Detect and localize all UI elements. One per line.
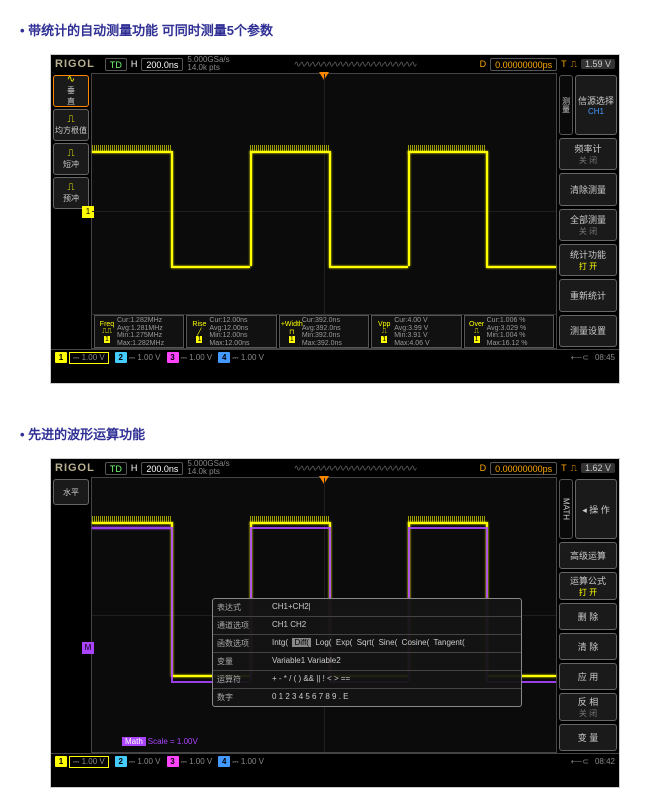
dlg-row-op-label: 运算符	[213, 671, 268, 688]
mode-td: TD	[105, 58, 127, 71]
width-icon: ⊓	[289, 328, 294, 336]
dlg-row-chan-label: 通道选项	[213, 617, 268, 634]
dlg-row-expr-label: 表达式	[213, 599, 268, 616]
meas-settings-button[interactable]: 测量设置	[559, 315, 617, 347]
ch3-label[interactable]: 3⎓ 1.00 V	[167, 756, 213, 767]
ch4-label[interactable]: 4⎓ 1.00 V	[218, 756, 264, 767]
waveform-display[interactable]: 1	[91, 73, 557, 349]
pulse-icon: ⎍	[68, 149, 75, 159]
mode-td: TD	[105, 462, 127, 475]
delete-button[interactable]: 删 除	[559, 603, 617, 630]
meas-freq: Freq⎍⎍1 Cur:1.282MHzAvg:1.281MHzMin:1.27…	[94, 315, 184, 348]
advanced-button[interactable]: 高级运算	[559, 542, 617, 569]
oscilloscope-2: RIGOL TD H 200.0ns 5.000GSa/s 14.0k pts …	[50, 458, 620, 788]
counter-button[interactable]: 频率计关 闭	[559, 138, 617, 170]
timebase: 200.0ns	[141, 58, 183, 71]
freq-icon: ⎍⎍	[102, 328, 112, 336]
measurement-strip: Freq⎍⎍1 Cur:1.282MHzAvg:1.281MHzMin:1.27…	[92, 314, 556, 348]
rising-edge-icon: ⎍	[571, 463, 577, 474]
ch3-label[interactable]: 3⎓ 1.00 V	[167, 352, 213, 363]
left-btn-vertical[interactable]: ∿ 垂直	[53, 75, 89, 107]
step-icon: ⎍	[68, 115, 75, 125]
math-scale-label: MathScale = 1.00V	[122, 737, 198, 746]
dlg-row-func-label: 函数选项	[213, 635, 268, 652]
reset-stats-button[interactable]: 重新统计	[559, 279, 617, 311]
d-label: D	[480, 463, 487, 473]
delay-value: 0.00000000ps	[490, 58, 557, 71]
t-label: T	[561, 59, 567, 69]
delay-value: 0.00000000ps	[490, 462, 557, 475]
timebase: 200.0ns	[141, 462, 183, 475]
section1-title: 带统计的自动测量功能 可同时测量5个参数	[20, 20, 636, 39]
dlg-row-func-value[interactable]: Intg( Diff( Log( Exp( Sqrt( Sine( Cosine…	[268, 635, 521, 652]
left-btn-rms[interactable]: ⎍ 均方根值	[53, 109, 89, 141]
rising-edge-icon: ⎍	[571, 59, 577, 70]
ch1-label[interactable]: 1⎓ 1.00 V	[55, 756, 109, 768]
stats-button[interactable]: 统计功能打 开	[559, 244, 617, 276]
meas-vpp: Vpp⎍1 Cur:4.00 VAvg:3.99 VMin:3.91 VMax:…	[371, 315, 461, 348]
left-btn-horizontal[interactable]: 水平	[53, 479, 89, 505]
left-btn-overshoot[interactable]: ⎍ 预冲	[53, 177, 89, 209]
section2-title: 先进的波形运算功能	[20, 424, 636, 443]
h-label: H	[131, 463, 138, 473]
operation-button[interactable]: ◂ 操 作	[575, 479, 617, 539]
apply-button[interactable]: 应 用	[559, 663, 617, 690]
pulse-icon: ⎍	[68, 183, 75, 193]
top-bar: RIGOL TD H 200.0ns 5.000GSa/s 14.0k pts …	[51, 55, 619, 73]
oscilloscope-1: RIGOL TD H 200.0ns 5.000GSa/s 14.0k pts …	[50, 54, 620, 384]
h-label: H	[131, 59, 138, 69]
formula-editor-dialog[interactable]: 表达式CH1+CH2| 通道选项CH1 CH2 函数选项Intg( Diff( …	[212, 598, 522, 707]
source-select-button[interactable]: 信源选择 CH1	[575, 75, 617, 135]
ch4-label[interactable]: 4⎓ 1.00 V	[218, 352, 264, 363]
clock: 08:42	[595, 757, 615, 766]
formula-button[interactable]: 运算公式打 开	[559, 572, 617, 599]
meas-over: Over⎍1 Cur:1.006 %Avg:3.029 %Min:1.004 %…	[464, 315, 554, 348]
dlg-row-num-label: 数字	[213, 689, 268, 706]
bottom-bar: 1⎓ 1.00 V 2⎓ 1.00 V 3⎓ 1.00 V 4⎓ 1.00 V …	[51, 753, 619, 769]
usb-icon: ⟵⊂	[571, 757, 589, 766]
sample-info: 5.000GSa/s 14.0k pts	[187, 460, 229, 476]
sample-info: 5.000GSa/s 14.0k pts	[187, 56, 229, 72]
bottom-bar: 1⎓ 1.00 V 2⎓ 1.00 V 3⎓ 1.00 V 4⎓ 1.00 V …	[51, 349, 619, 365]
meas-rise: Rise╱1 Cur:12.00nsAvg:12.00nsMin:12.00ns…	[186, 315, 276, 348]
right-menu: MATH ◂ 操 作 高级运算 运算公式打 开 删 除 清 除 应 用 反 相关…	[557, 477, 619, 753]
ch2-label[interactable]: 2⎓ 1.00 V	[115, 756, 161, 767]
top-bar: RIGOL TD H 200.0ns 5.000GSa/s 14.0k pts …	[51, 459, 619, 477]
vpp-icon: ⎍	[382, 328, 387, 336]
math-marker: M	[82, 642, 94, 654]
clear-button[interactable]: 清 除	[559, 633, 617, 660]
trigger-level: 1.62 V	[581, 463, 615, 473]
variable-button[interactable]: 变 量	[559, 724, 617, 751]
t-label: T	[561, 463, 567, 473]
rise-icon: ╱	[197, 328, 201, 336]
over-icon: ⎍	[474, 328, 479, 336]
usb-icon: ⟵⊂	[571, 353, 589, 362]
ch1-label[interactable]: 1⎓ 1.00 V	[55, 352, 109, 364]
right-menu: 测量 信源选择 CH1 频率计关 闭 清除测量 全部测量关 闭 统计功能打 开 …	[557, 73, 619, 349]
math-tab[interactable]: MATH	[559, 479, 573, 539]
logo: RIGOL	[55, 58, 95, 70]
clock: 08:45	[595, 353, 615, 362]
waveform-display[interactable]: 1 M	[91, 477, 557, 753]
sine-icon: ∿	[67, 75, 75, 85]
ch2-label[interactable]: 2⎓ 1.00 V	[115, 352, 161, 363]
meas-width: +Width⊓1 Cur:392.0nsAvg:392.0nsMin:392.0…	[279, 315, 369, 348]
dlg-row-chan-value[interactable]: CH1 CH2	[268, 617, 521, 634]
trigger-level: 1.59 V	[581, 59, 615, 69]
all-meas-button[interactable]: 全部测量关 闭	[559, 209, 617, 241]
invert-button[interactable]: 反 相关 闭	[559, 693, 617, 720]
dlg-row-var-value[interactable]: Variable1 Variable2	[268, 653, 521, 670]
waveform-preview: ∿∿∿∿∿∿∿∿∿∿∿∿∿∿∿∿∿∿∿∿∿∿	[234, 59, 476, 70]
waveform-preview: ∿∿∿∿∿∿∿∿∿∿∿∿∿∿∿∿∿∿∿∿∿∿	[234, 463, 476, 474]
dlg-row-op-value[interactable]: + - * / ( ) && || ! < > ==	[268, 671, 521, 688]
left-toolbar: 水平	[51, 477, 91, 753]
dlg-row-num-value[interactable]: 0 1 2 3 4 5 6 7 8 9 . E	[268, 689, 521, 706]
dlg-row-var-label: 变量	[213, 653, 268, 670]
dlg-row-expr-value[interactable]: CH1+CH2|	[268, 599, 521, 616]
clear-meas-button[interactable]: 清除测量	[559, 173, 617, 205]
d-label: D	[480, 59, 487, 69]
measure-tab[interactable]: 测量	[559, 75, 573, 135]
logo: RIGOL	[55, 462, 95, 474]
left-btn-preshoot[interactable]: ⎍ 短冲	[53, 143, 89, 175]
